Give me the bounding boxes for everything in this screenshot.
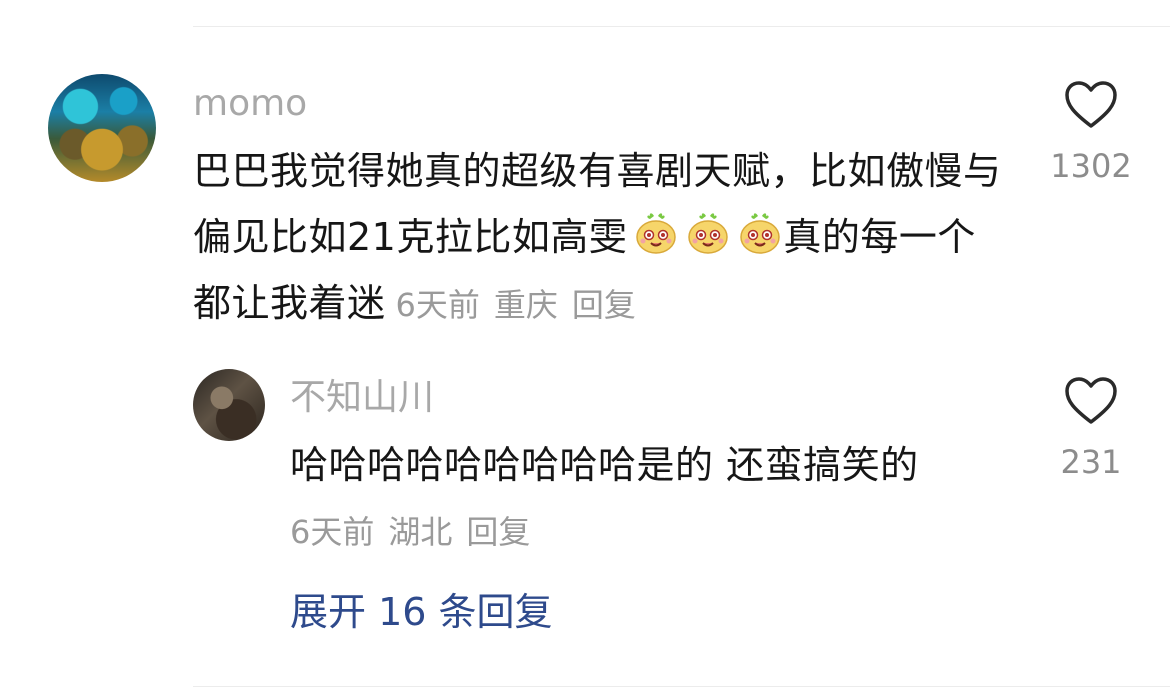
- reply-like-count: 231: [1060, 443, 1122, 481]
- comment-like-count: 1302: [1050, 147, 1132, 185]
- reply-like-button[interactable]: 231: [1031, 376, 1151, 482]
- comment-like-button[interactable]: 1302: [1031, 80, 1151, 186]
- comment-text: 巴巴我觉得她真的超级有喜剧天赋，比如傲慢与偏见比如21克拉比如高雯 真的每一个都让…: [193, 138, 1013, 338]
- reply-meta: 6天前 湖北 回复: [290, 510, 544, 554]
- reply-text: 哈哈哈哈哈哈哈哈哈是的 还蛮搞笑的: [290, 443, 919, 487]
- reply-time: 6天前: [290, 513, 375, 551]
- comment-meta: 6天前 重庆 回复: [396, 286, 650, 324]
- comment-time: 6天前: [395, 286, 480, 324]
- bottom-divider: [193, 686, 1170, 687]
- heart-icon: [1065, 81, 1117, 128]
- expand-replies-link[interactable]: 展开 16 条回复: [290, 588, 553, 636]
- comment-reply-button[interactable]: 回复: [572, 286, 636, 324]
- avatar[interactable]: [48, 74, 156, 182]
- reply-reply-button[interactable]: 回复: [466, 513, 530, 551]
- top-divider: [193, 26, 1170, 27]
- comment-location: 重庆: [493, 286, 558, 324]
- face-emoji: [685, 210, 731, 254]
- reply-location: 湖北: [388, 513, 453, 551]
- heart-icon: [1065, 377, 1117, 424]
- reply-username[interactable]: 不知山川: [290, 378, 434, 418]
- reply-avatar[interactable]: [193, 369, 265, 441]
- comment-username[interactable]: momo: [193, 84, 307, 124]
- face-emoji: [737, 210, 783, 254]
- face-emoji: [633, 210, 679, 254]
